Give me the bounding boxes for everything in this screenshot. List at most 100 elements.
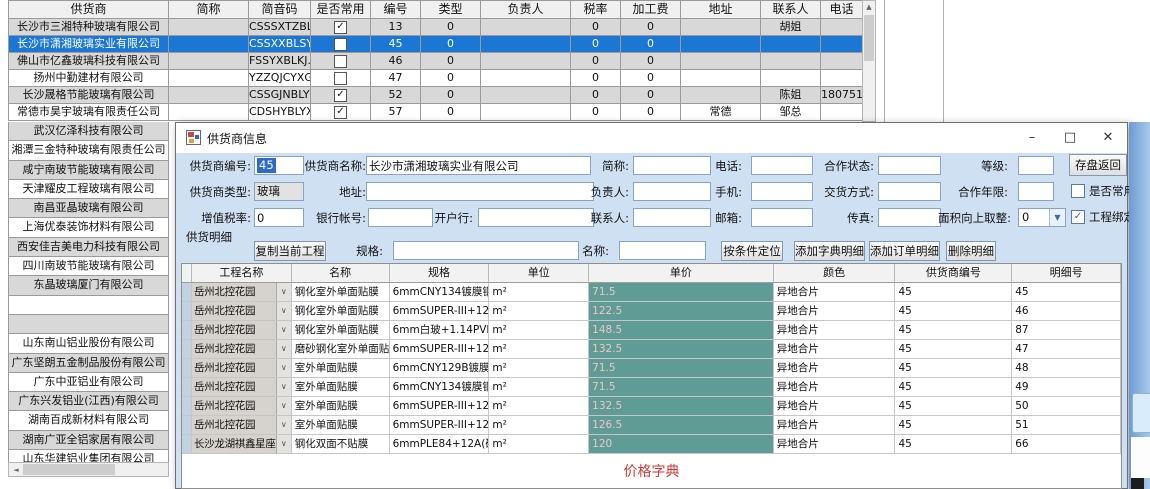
chevron-down-icon[interactable]: ∨ [276, 321, 291, 339]
column-header-common[interactable]: 是否常用 [311, 1, 371, 19]
save-return-button[interactable]: 存盘返回 [1069, 154, 1127, 176]
column-header-type[interactable]: 类型 [421, 1, 481, 19]
grid-column-header-project[interactable]: 工程名称 [192, 264, 292, 283]
grid-row[interactable]: 长沙龙湖祺鑫星座∨钢化双面不贴膜6mmPLE84+12A(硅酮胶..m²120异… [182, 435, 1121, 454]
supplier-table-row[interactable]: 长沙晟格节能玻璃有限公司CSSGJNBLYXGS✓52000陈姐180751 [9, 87, 863, 104]
chevron-down-icon[interactable]: ∨ [276, 397, 291, 415]
supplier-list-item[interactable] [9, 296, 169, 315]
common-checkbox[interactable] [334, 72, 347, 85]
grid-column-header-name[interactable]: 名称 [292, 264, 390, 283]
grid-column-header-price[interactable]: 单价 [589, 264, 774, 283]
supplier-list-item[interactable]: 天津耀皮工程玻璃有限公司 [9, 180, 169, 199]
chevron-down-icon[interactable]: ∨ [276, 378, 291, 396]
grid-column-header-unit[interactable]: 单位 [489, 264, 589, 283]
grid-row[interactable]: 岳州北控花园∨室外单面贴膜6mmCNY129B镀膜钢化m²71.5异地合片454… [182, 359, 1121, 378]
chevron-down-icon[interactable]: ∨ [276, 340, 291, 358]
chevron-down-icon[interactable]: ∨ [276, 416, 291, 434]
grid-row[interactable]: 岳州北控花园∨室外单面贴膜6mmCNY134镀膜钢化m²71.5异地合片4549 [182, 378, 1121, 397]
supplier-list-item[interactable]: 山东华建铝业集团有限公司 [9, 450, 169, 462]
supplier-list-item[interactable]: 南昌亚晶玻璃有限公司 [9, 199, 169, 218]
scrollbar-thumb[interactable] [23, 464, 115, 475]
supplier-list-item[interactable]: 广东坚朗五金制品股份有限公司 [9, 354, 169, 373]
grid-column-header-spec[interactable]: 规格 [390, 264, 490, 283]
column-header-phone[interactable]: 电话 [821, 1, 863, 19]
scroll-left-icon[interactable]: ◄ [9, 466, 23, 474]
supplier-table-row[interactable]: 长沙市三湘特种玻璃有限公司CSSSXTZBL..✓13000胡姐 [9, 19, 863, 36]
common-checkbox[interactable]: ✓ [334, 89, 347, 102]
grid-column-header-detail_no[interactable]: 明细号 [1012, 264, 1121, 283]
project-combo-cell[interactable]: 岳州北控花园∨ [192, 397, 292, 416]
name-filter-input[interactable] [619, 241, 706, 260]
locate-by-condition-button[interactable]: 按条件定位 [721, 241, 783, 261]
often-used-checkbox[interactable]: 是否常用 [1071, 183, 1135, 199]
close-button[interactable]: ✕ [1089, 123, 1127, 152]
minimize-button[interactable]: – [1013, 123, 1051, 152]
supplier-list-item[interactable]: 湘潭三金特种玻璃有限责任公司 [9, 141, 169, 160]
supplier-table-row[interactable]: 扬州中勤建材有限公司YZZQJCYXGS47000 [9, 70, 863, 87]
coop-years-input[interactable] [1018, 182, 1054, 201]
grid-column-header-color[interactable]: 颜色 [774, 264, 896, 283]
supplier-list-item[interactable]: 广东兴发铝业(江西)有限公司 [9, 392, 169, 411]
chevron-down-icon[interactable]: ∨ [276, 359, 291, 377]
project-combo-cell[interactable]: 长沙龙湖祺鑫星座∨ [192, 435, 292, 454]
project-combo-cell[interactable]: 岳州北控花园∨ [192, 359, 292, 378]
project-combo-cell[interactable]: 岳州北控花园∨ [192, 302, 292, 321]
project-combo-cell[interactable]: 岳州北控花园∨ [192, 416, 292, 435]
column-header-supplier[interactable]: 供货商 [9, 1, 169, 19]
edge-button[interactable] [1132, 393, 1150, 433]
supplier-list-item[interactable]: 湖南广亚全铝家居有限公司 [9, 431, 169, 450]
chevron-down-icon[interactable]: ∨ [276, 435, 291, 453]
column-header-contact[interactable]: 联系人 [761, 1, 821, 19]
column-header-fee[interactable]: 加工费 [621, 1, 681, 19]
add-dictionary-detail-button[interactable]: 添加字典明细 [794, 241, 865, 261]
maximize-button[interactable]: □ [1051, 123, 1089, 152]
dialog-title-bar[interactable]: 供货商信息 – □ ✕ [176, 123, 1127, 153]
common-checkbox[interactable]: ✓ [334, 106, 347, 119]
supplier-list-item[interactable]: 广东中亚铝业有限公司 [9, 373, 169, 392]
column-header-code[interactable]: 简音码 [249, 1, 311, 19]
add-order-detail-button[interactable]: 添加订单明细 [869, 241, 940, 261]
supplier-list-item[interactable]: 山东南山铝业股份有限公司 [9, 334, 169, 353]
checkbox-box[interactable]: ✓ [1071, 210, 1085, 224]
grid-row[interactable]: 岳州北控花园∨钢化室外单面贴膜6mmCNY134镀膜钢化m²71.5异地合片45… [182, 283, 1121, 302]
supplier-table-row[interactable]: 常德市昊宇玻璃有限责任公司CDSHYBLYX✓57000常德邹总 [9, 104, 863, 121]
supplier-list-item[interactable]: 湖南百成新材料有限公司 [9, 411, 169, 430]
grade-input[interactable] [1018, 156, 1054, 175]
supplier-table-row[interactable]: 佛山市亿鑫玻璃科技有限公司FSSYXBLKJ..46000 [9, 53, 863, 70]
column-header-abbr[interactable]: 简称 [169, 1, 249, 19]
grid-row[interactable]: 岳州北控花园∨室外单面贴膜6mmSUPER-III+12A(硅..m²132.5… [182, 397, 1121, 416]
column-header-manager[interactable]: 负责人 [481, 1, 571, 19]
grid-column-header-supplier_no[interactable]: 供货商编号 [895, 264, 1012, 283]
grid-row[interactable]: 岳州北控花园∨钢化室外单面贴膜6mmSUPER-III+12A(硅..m²122… [182, 302, 1121, 321]
grid-row[interactable]: 岳州北控花园∨磨砂钢化室外单面贴膜6mmSUPER-III+12A(硅..m²1… [182, 340, 1121, 359]
column-header-address[interactable]: 地址 [681, 1, 761, 19]
common-checkbox[interactable] [334, 55, 347, 68]
supplier-table-row[interactable]: 长沙市潇湘玻璃实业有限公司CSSXXBLSY..45000 [9, 36, 863, 53]
supplier-list-horizontal-scrollbar[interactable]: ◄ [8, 462, 169, 477]
column-header-tax[interactable]: 税率 [571, 1, 621, 19]
common-checkbox[interactable]: ✓ [334, 21, 347, 34]
delete-detail-button[interactable]: 删除明细 [946, 241, 996, 261]
checkbox-box[interactable] [1071, 184, 1085, 198]
supplier-name-input[interactable] [366, 156, 591, 175]
grid-row[interactable]: 岳州北控花园∨钢化室外单面贴膜6mm白玻+1.14PVB+6mm..m²148.… [182, 321, 1121, 340]
column-header-no[interactable]: 编号 [371, 1, 421, 19]
project-combo-cell[interactable]: 岳州北控花园∨ [192, 283, 292, 302]
supplier-list-item[interactable]: 东晶玻璃厦门有限公司 [9, 276, 169, 295]
supplier-list-item[interactable]: 上海优泰装饰材料有限公司 [9, 218, 169, 237]
project-combo-cell[interactable]: 岳州北控花园∨ [192, 340, 292, 359]
chevron-down-icon[interactable]: ∨ [276, 302, 291, 320]
supplier-list-item[interactable]: 咸宁南玻节能玻璃有限公司 [9, 161, 169, 180]
supplier-list-item[interactable]: 西安佳吉美电力科技有限公司 [9, 238, 169, 257]
chevron-down-icon[interactable]: ∨ [276, 283, 291, 301]
supplier-list-item[interactable]: 四川南玻节能玻璃有限公司 [9, 257, 169, 276]
supplier-list-item[interactable]: 武汉亿泽科技有限公司 [9, 122, 169, 141]
project-combo-cell[interactable]: 岳州北控花园∨ [192, 321, 292, 340]
scrollbar-thumb[interactable] [864, 15, 874, 61]
supplier-list-item[interactable] [9, 315, 169, 334]
project-combo-cell[interactable]: 岳州北控花园∨ [192, 378, 292, 397]
common-checkbox[interactable] [334, 38, 347, 51]
project-bind-checkbox[interactable]: ✓ 工程绑定 [1071, 209, 1135, 225]
scroll-up-icon[interactable]: ▲ [863, 1, 875, 14]
grid-row[interactable]: 岳州北控花园∨室外单面贴膜6mmSUPER-III+12A(硅..m²126.5… [182, 416, 1121, 435]
